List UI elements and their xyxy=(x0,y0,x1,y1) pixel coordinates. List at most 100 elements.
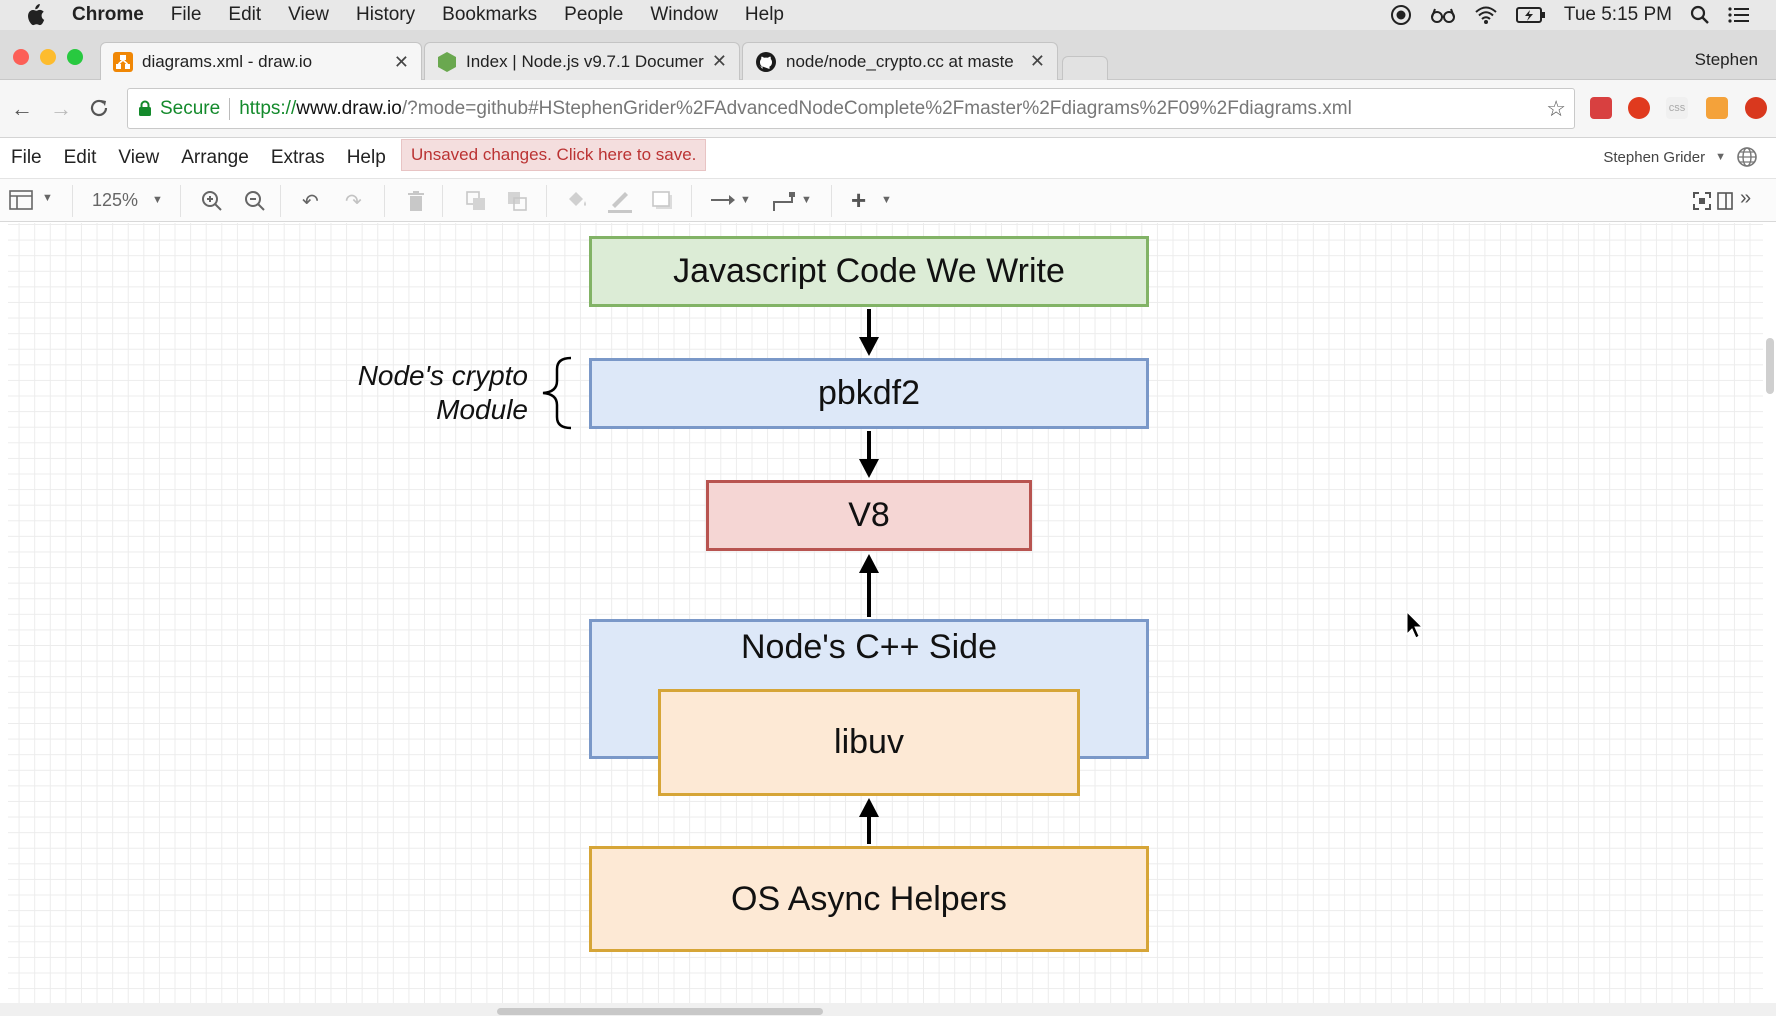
extension-lastpass-icon[interactable] xyxy=(1590,97,1612,119)
divider xyxy=(831,185,832,217)
divider xyxy=(384,185,385,217)
chevron-down-icon: ▼ xyxy=(1715,151,1726,163)
extension-red-icon[interactable] xyxy=(1745,97,1767,119)
to-back-icon[interactable] xyxy=(507,191,529,211)
zoom-dropdown-icon[interactable]: ▼ xyxy=(152,194,163,206)
glasses-icon[interactable] xyxy=(1430,5,1456,25)
address-bar[interactable]: Secure https:// www.draw.io /?mode=githu… xyxy=(127,88,1575,129)
curly-brace-shape[interactable] xyxy=(542,356,572,430)
arrow-js-to-pbkdf2[interactable] xyxy=(859,309,879,356)
notification-center-icon[interactable] xyxy=(1728,6,1750,24)
waypoints-icon[interactable] xyxy=(772,191,796,213)
drawio-menu-edit[interactable]: Edit xyxy=(64,147,97,169)
mouse-cursor-icon xyxy=(1406,610,1424,639)
lock-icon xyxy=(139,100,151,116)
close-icon[interactable]: ✕ xyxy=(712,51,727,72)
apple-icon[interactable] xyxy=(24,4,46,26)
close-icon[interactable]: ✕ xyxy=(394,52,409,73)
secure-label: Secure xyxy=(160,97,221,119)
extension-metamask-icon[interactable] xyxy=(1706,97,1728,119)
url-path: /?mode=github#HStephenGrider%2FAdvancedN… xyxy=(401,97,1352,119)
menu-file[interactable]: File xyxy=(171,4,202,26)
drawio-menu-bar: File Edit View Arrange Extras Help Unsav… xyxy=(0,138,1776,178)
maximize-window-button[interactable] xyxy=(67,49,83,65)
arrow-os-to-libuv[interactable] xyxy=(859,798,879,844)
tab-nodejs-docs[interactable]: Index | Node.js v9.7.1 Documer ✕ xyxy=(424,42,740,80)
arrow-cpp-to-v8[interactable] xyxy=(859,554,879,617)
menu-app-name[interactable]: Chrome xyxy=(72,4,144,26)
profile-name[interactable]: Stephen xyxy=(1695,50,1758,70)
drawio-icon xyxy=(113,52,133,72)
extension-adblock-icon[interactable] xyxy=(1628,97,1650,119)
close-window-button[interactable] xyxy=(13,49,29,65)
globe-icon[interactable] xyxy=(1736,146,1758,168)
new-tab-button[interactable] xyxy=(1062,56,1108,80)
arrow-pbkdf2-to-v8[interactable] xyxy=(859,431,879,478)
chevron-down-icon[interactable]: ▼ xyxy=(42,192,53,204)
canvas-bottom-bar xyxy=(0,1003,1776,1016)
zoom-level[interactable]: 125% xyxy=(92,190,138,211)
delete-icon[interactable] xyxy=(407,190,425,212)
fullscreen-icon[interactable] xyxy=(1693,192,1711,210)
zoom-in-icon[interactable] xyxy=(201,190,223,212)
insert-plus-icon[interactable]: + xyxy=(851,185,866,216)
format-panel-icon[interactable] xyxy=(9,190,33,210)
drawio-menu-help[interactable]: Help xyxy=(347,147,386,169)
macos-menu-bar: Chrome File Edit View History Bookmarks … xyxy=(0,0,1776,30)
wifi-icon[interactable] xyxy=(1474,5,1498,25)
menu-bookmarks[interactable]: Bookmarks xyxy=(442,4,537,26)
horizontal-scrollbar[interactable] xyxy=(497,1008,823,1015)
zoom-out-icon[interactable] xyxy=(244,190,266,212)
minimize-window-button[interactable] xyxy=(40,49,56,65)
menu-people[interactable]: People xyxy=(564,4,623,26)
divider xyxy=(229,97,231,120)
status-menus: Tue 5:15 PM xyxy=(1390,0,1750,30)
forward-arrow-icon[interactable]: → xyxy=(50,96,72,122)
shadow-icon[interactable] xyxy=(652,191,674,211)
spotlight-search-icon[interactable] xyxy=(1690,5,1710,25)
chevron-down-icon[interactable]: ▼ xyxy=(740,194,751,206)
menu-help[interactable]: Help xyxy=(745,4,784,26)
reload-icon[interactable] xyxy=(88,97,110,119)
drawing-canvas[interactable]: Javascript Code We Write pbkdf2 V8 Node'… xyxy=(8,223,1763,1003)
battery-icon[interactable] xyxy=(1515,6,1546,24)
menu-window[interactable]: Window xyxy=(650,4,718,26)
chrome-tab-strip: diagrams.xml - draw.io ✕ Index | Node.js… xyxy=(0,30,1776,81)
vertical-scrollbar[interactable] xyxy=(1766,338,1774,394)
close-icon[interactable]: ✕ xyxy=(1030,51,1045,72)
user-name: Stephen Grider xyxy=(1603,148,1706,166)
extension-css-icon[interactable]: css xyxy=(1666,97,1688,119)
tab-title: node/node_crypto.cc at maste xyxy=(786,51,1014,71)
menu-edit[interactable]: Edit xyxy=(228,4,261,26)
record-icon[interactable] xyxy=(1390,4,1412,26)
connection-arrow-icon[interactable] xyxy=(710,194,736,206)
drawio-menu-arrange[interactable]: Arrange xyxy=(181,147,249,169)
back-arrow-icon[interactable]: ← xyxy=(11,96,33,122)
undo-icon[interactable]: ↶ xyxy=(302,189,319,214)
user-menu[interactable]: Stephen Grider ▼ xyxy=(1603,146,1758,168)
menu-history[interactable]: History xyxy=(356,4,415,26)
drawio-menu-extras[interactable]: Extras xyxy=(271,147,325,169)
line-color-icon[interactable] xyxy=(607,189,633,213)
menu-clock[interactable]: Tue 5:15 PM xyxy=(1564,4,1672,26)
redo-icon[interactable]: ↷ xyxy=(345,189,362,214)
collapse-chevron-icon[interactable]: » xyxy=(1740,187,1751,210)
drawio-toolbar: ▼ 125% ▼ ↶ ↷ ▼ ▼ + ▼ » xyxy=(0,178,1776,222)
nodejs-icon xyxy=(438,51,456,72)
divider xyxy=(280,185,281,217)
tab-title: Index | Node.js v9.7.1 Documer xyxy=(466,51,704,71)
chevron-down-icon[interactable]: ▼ xyxy=(881,194,892,206)
unsaved-changes-notice[interactable]: Unsaved changes. Click here to save. xyxy=(401,139,707,171)
bookmark-star-icon[interactable]: ☆ xyxy=(1546,96,1566,122)
diagram-connectors xyxy=(542,309,1424,844)
tab-drawio[interactable]: diagrams.xml - draw.io ✕ xyxy=(100,42,422,81)
drawio-menu-file[interactable]: File xyxy=(11,147,42,169)
format-toggle-icon[interactable] xyxy=(1717,192,1733,210)
fill-color-icon[interactable] xyxy=(566,190,590,212)
to-front-icon[interactable] xyxy=(466,191,488,211)
tab-github-node-crypto[interactable]: node/node_crypto.cc at maste ✕ xyxy=(742,42,1058,80)
menu-view[interactable]: View xyxy=(288,4,329,26)
drawio-menu-view[interactable]: View xyxy=(118,147,159,169)
divider xyxy=(691,185,692,217)
chevron-down-icon[interactable]: ▼ xyxy=(801,194,812,206)
